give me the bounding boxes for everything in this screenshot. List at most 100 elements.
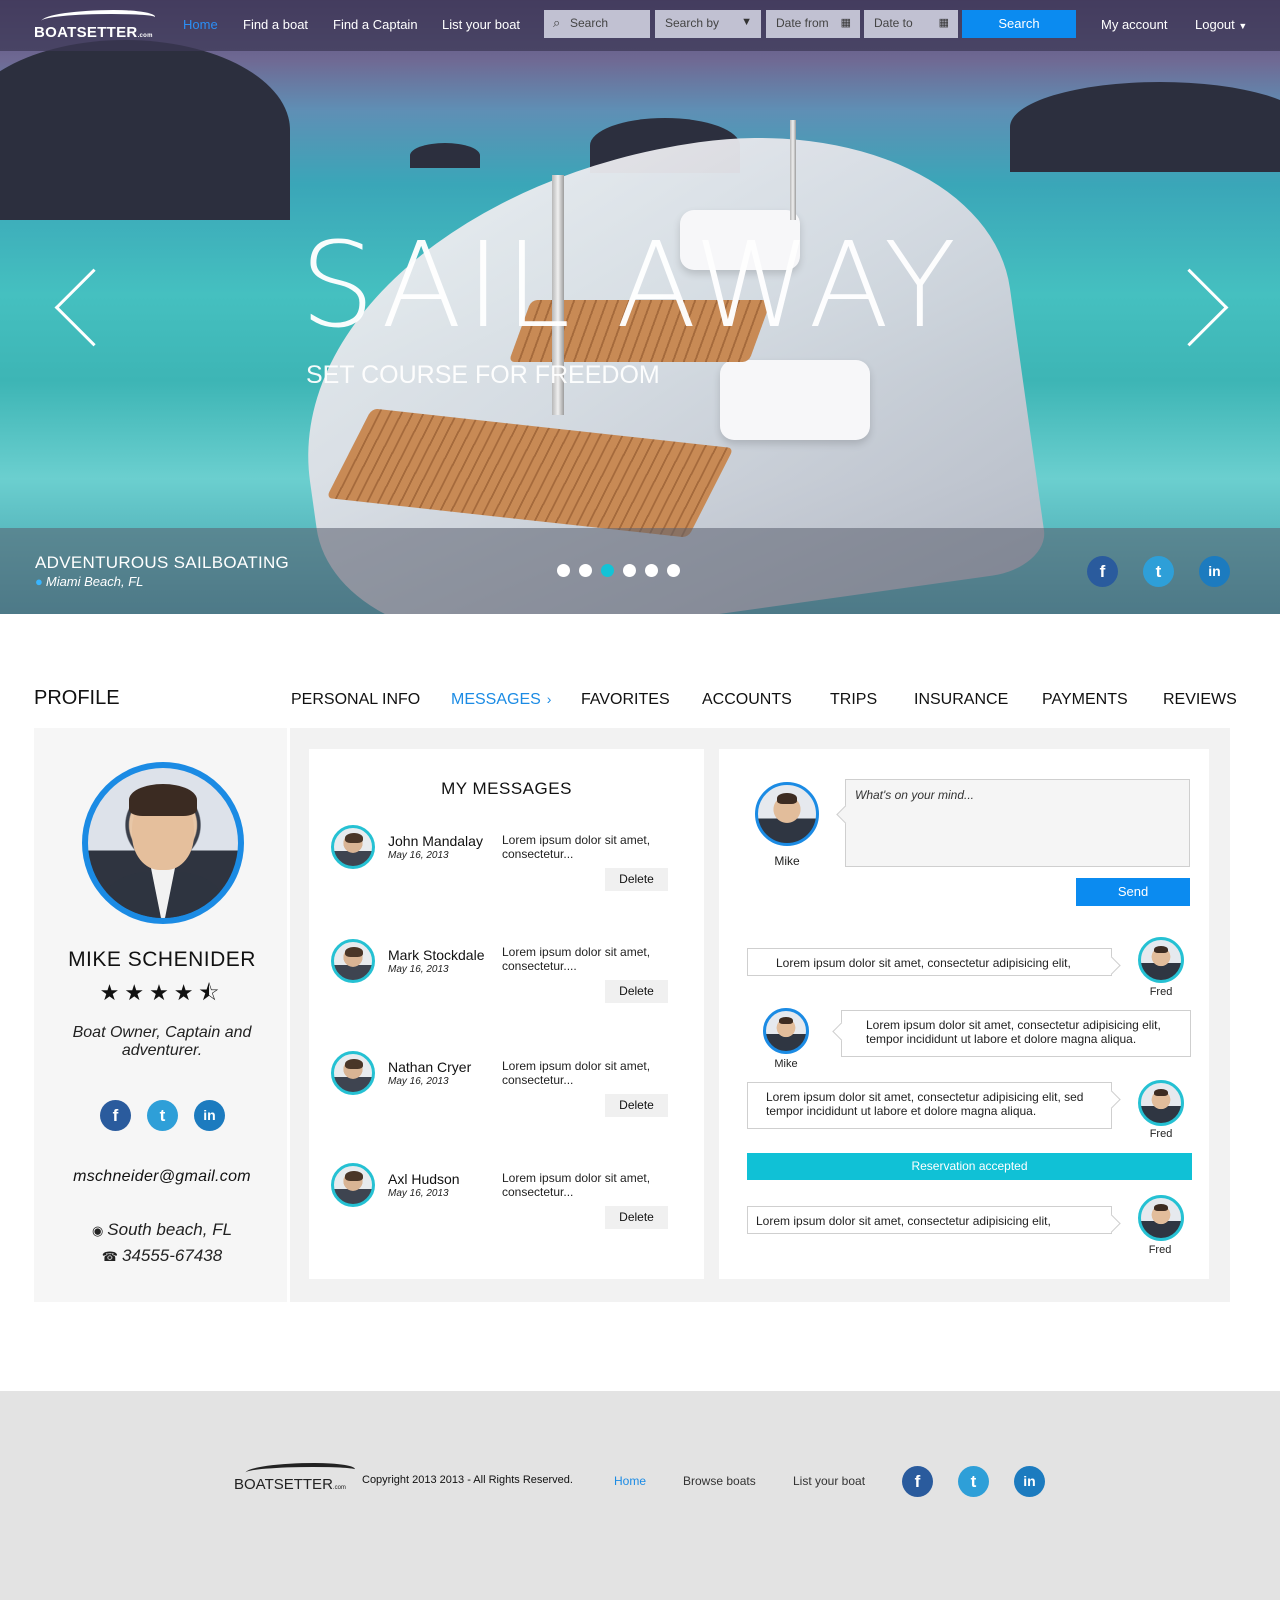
tab-personal-info[interactable]: PERSONAL INFO (291, 691, 420, 709)
nav-list-your-boat[interactable]: List your boat (442, 17, 520, 32)
footer (0, 1391, 1280, 1600)
compose-textarea[interactable]: What's on your mind... (845, 779, 1190, 867)
search-input[interactable]: ⌕ Search (544, 10, 650, 38)
avatar (331, 825, 375, 869)
tab-trips[interactable]: TRIPS (830, 691, 877, 709)
nav-find-a-captain[interactable]: Find a Captain (333, 17, 418, 32)
profile-phone-text: 34555-67438 (121, 1246, 223, 1265)
tab-accounts[interactable]: ACCOUNTS (702, 691, 792, 709)
location-pin-icon: ● (35, 574, 43, 589)
logout-menu[interactable]: Logout ▼ (1195, 17, 1247, 32)
message-preview: Lorem ipsum dolor sit amet, consectetur.… (502, 1171, 651, 1199)
footer-link-list-your-boat[interactable]: List your boat (793, 1474, 865, 1488)
nav-home[interactable]: Home (183, 17, 218, 32)
footer-logo[interactable]: BOATSETTER.com (234, 1463, 358, 1495)
profile-phone: ☎ 34555-67438 (34, 1246, 290, 1266)
avatar-label: Mike (774, 854, 800, 868)
tab-favorites[interactable]: FAVORITES (581, 691, 670, 709)
facebook-icon[interactable]: f (902, 1466, 933, 1497)
footer-link-browse-boats[interactable]: Browse boats (683, 1474, 756, 1488)
delete-button[interactable]: Delete (605, 1206, 668, 1229)
tab-messages[interactable]: MESSAGES › (451, 691, 551, 709)
message-sender: Axl Hudson (388, 1171, 460, 1187)
profile-email[interactable]: mschneider@gmail.com (34, 1168, 290, 1186)
hero-banner: BOATSETTER.com Home Find a boat Find a C… (0, 0, 1280, 614)
calendar-icon: ▦ (840, 17, 851, 29)
tab-reviews[interactable]: REVIEWS (1163, 691, 1237, 709)
chat-bubble: Lorem ipsum dolor sit amet, consectetur … (841, 1010, 1191, 1057)
delete-button[interactable]: Delete (605, 1094, 668, 1117)
avatar (331, 1163, 375, 1207)
phone-icon: ☎ (101, 1249, 118, 1264)
my-account-link[interactable]: My account (1101, 17, 1167, 32)
avatar (755, 782, 819, 846)
avatar (1138, 1195, 1184, 1241)
search-button[interactable]: Search (962, 10, 1076, 38)
profile-bio: Boat Owner, Captain and adventurer. (72, 1024, 252, 1059)
tab-payments[interactable]: PAYMENTS (1042, 691, 1128, 709)
chat-bubble: Lorem ipsum dolor sit amet, consectetur … (747, 948, 1112, 976)
hero-title: SAIL AWAY (300, 216, 960, 354)
footer-logo-text: BOATSETTER.com (234, 1476, 346, 1493)
message-sender: Mark Stockdale (388, 947, 485, 963)
tab-messages-label: MESSAGES (451, 691, 541, 708)
island-shape (1010, 82, 1280, 172)
linkedin-icon[interactable]: in (1014, 1466, 1045, 1497)
slide-caption-title: ADVENTUROUS SAILBOATING (35, 553, 290, 572)
slider-dot[interactable] (579, 564, 592, 577)
avatar (1138, 937, 1184, 983)
search-by-select[interactable]: Search by ▼ (655, 10, 761, 38)
rating-stars: ★★★★⯪ (99, 980, 225, 1005)
logo-text: BOATSETTER.com (34, 24, 153, 41)
footer-link-home[interactable]: Home (614, 1474, 646, 1488)
slider-next-arrow-icon[interactable] (1178, 268, 1234, 348)
slide-caption-location: ● Miami Beach, FL (35, 574, 143, 589)
island-shape (0, 40, 290, 220)
hero-subtitle: SET COURSE FOR FREEDOM (306, 361, 660, 389)
message-date: May 16, 2013 (388, 1076, 449, 1087)
facebook-icon[interactable]: f (1087, 556, 1118, 587)
slider-dot[interactable] (601, 564, 614, 577)
avatar (763, 1008, 809, 1054)
send-button[interactable]: Send (1076, 878, 1190, 906)
twitter-icon[interactable]: t (958, 1466, 989, 1497)
avatar (1138, 1080, 1184, 1126)
slider-dot[interactable] (623, 564, 636, 577)
avatar (82, 762, 244, 924)
profile-name: MIKE SCHENIDER (68, 948, 256, 971)
message-preview: Lorem ipsum dolor sit amet, consectetur.… (502, 833, 651, 861)
avatar-label: Fred (1149, 986, 1173, 998)
date-from-input[interactable]: Date from ▦ (766, 10, 860, 38)
calendar-icon: ▦ (938, 17, 949, 29)
location-pin-icon: ◉ (91, 1223, 104, 1238)
twitter-icon[interactable]: t (1143, 556, 1174, 587)
slider-dot[interactable] (557, 564, 570, 577)
facebook-icon[interactable]: f (100, 1100, 131, 1131)
message-date: May 16, 2013 (388, 964, 449, 975)
search-by-label: Search by (665, 16, 720, 30)
boatsetter-logo[interactable]: BOATSETTER.com (34, 10, 159, 42)
avatar-label: Fred (1148, 1244, 1172, 1256)
nav-find-a-boat[interactable]: Find a boat (243, 17, 308, 32)
copyright-text: Copyright 2013 2013 - All Rights Reserve… (362, 1474, 573, 1486)
boat-pole (790, 120, 796, 220)
tab-insurance[interactable]: INSURANCE (914, 691, 1008, 709)
chat-bubble: Lorem ipsum dolor sit amet, consectetur … (747, 1206, 1112, 1234)
message-sender: John Mandalay (388, 833, 483, 849)
slider-prev-arrow-icon[interactable] (46, 268, 102, 348)
location-text: Miami Beach, FL (45, 574, 144, 589)
delete-button[interactable]: Delete (605, 980, 668, 1003)
profile-location-text: South beach, FL (107, 1220, 233, 1239)
messages-title: MY MESSAGES (441, 779, 572, 798)
logout-label: Logout (1195, 17, 1235, 32)
date-to-input[interactable]: Date to ▦ (864, 10, 958, 38)
slider-dot[interactable] (645, 564, 658, 577)
search-placeholder: Search (570, 16, 609, 30)
linkedin-icon[interactable]: in (1199, 556, 1230, 587)
linkedin-icon[interactable]: in (194, 1100, 225, 1131)
reservation-status-banner: Reservation accepted (747, 1153, 1192, 1180)
twitter-icon[interactable]: t (147, 1100, 178, 1131)
chat-bubble: Lorem ipsum dolor sit amet, consectetur … (747, 1082, 1112, 1129)
slider-dot[interactable] (667, 564, 680, 577)
delete-button[interactable]: Delete (605, 868, 668, 891)
